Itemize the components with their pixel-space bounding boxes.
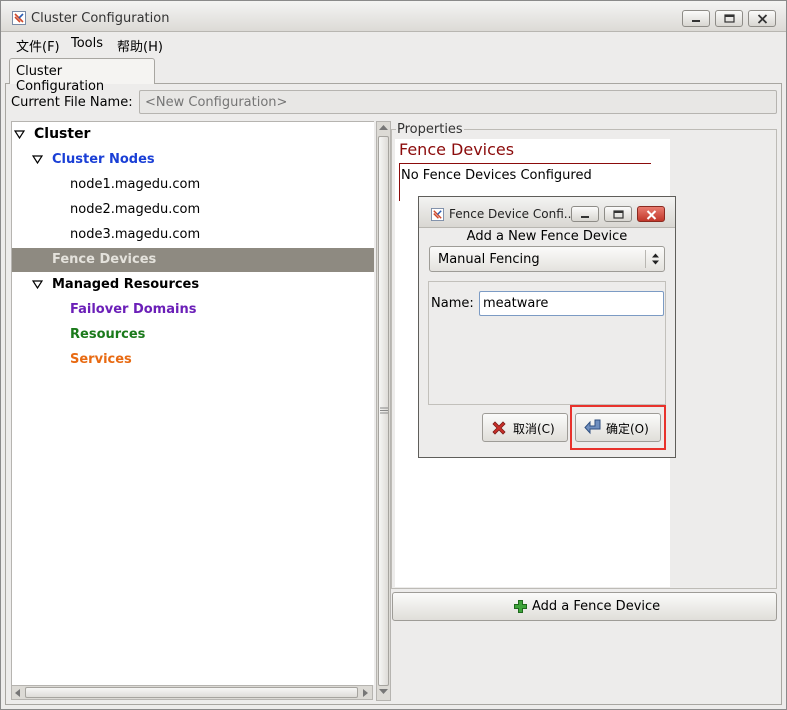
tree-item-cluster-nodes[interactable]: Cluster Nodes <box>12 148 374 172</box>
title-bar[interactable]: Cluster Configuration <box>1 1 786 32</box>
name-input[interactable] <box>479 291 664 316</box>
combo-separator <box>645 250 646 268</box>
tree-item-failover-domains[interactable]: Failover Domains <box>12 298 374 322</box>
dialog-subtitle: Add a New Fence Device <box>466 229 628 244</box>
tree-item-node1[interactable]: node1.magedu.com <box>12 173 374 197</box>
tree-label-cluster: Cluster <box>34 126 91 142</box>
fence-devices-heading: Fence Devices <box>399 140 515 159</box>
heading-underline <box>399 163 651 164</box>
dialog-maximize-button[interactable] <box>604 206 632 222</box>
tree-item-node3[interactable]: node3.magedu.com <box>12 223 374 247</box>
fence-type-select[interactable]: Manual Fencing <box>429 246 665 272</box>
pane-splitter[interactable] <box>376 121 391 701</box>
tree-label-resources: Resources <box>70 327 146 342</box>
tree-item-node2[interactable]: node2.magedu.com <box>12 198 374 222</box>
expanded-triangle-icon[interactable] <box>32 155 43 164</box>
maximize-icon <box>724 14 735 23</box>
cancel-button[interactable]: 取消(C) <box>482 413 568 442</box>
tree-label-services: Services <box>70 352 132 367</box>
tree-label-cluster-nodes: Cluster Nodes <box>52 152 155 167</box>
dialog-title: Fence Device Confi... <box>449 207 576 221</box>
maximize-icon <box>613 210 624 219</box>
ok-button-highlight <box>570 405 666 450</box>
add-fence-device-button[interactable]: Add a Fence Device <box>392 592 777 621</box>
properties-legend: Properties <box>396 122 464 137</box>
cancel-x-icon <box>492 421 506 435</box>
dialog-minimize-button[interactable] <box>571 206 599 222</box>
app-icon <box>431 208 444 221</box>
window-title: Cluster Configuration <box>31 11 170 26</box>
tree-item-managed-resources[interactable]: Managed Resources <box>12 273 374 297</box>
menu-help[interactable]: 帮助(H) <box>117 36 163 55</box>
tree-label-node: node3.magedu.com <box>70 227 201 242</box>
close-icon <box>757 14 768 24</box>
add-icon <box>514 600 527 613</box>
cancel-label: 取消(C) <box>513 422 555 436</box>
tree-label-node: node1.magedu.com <box>70 177 201 192</box>
scroll-right-icon[interactable] <box>363 689 369 697</box>
maximize-button[interactable] <box>715 10 743 27</box>
scroll-left-icon[interactable] <box>15 689 21 697</box>
up-down-arrows-icon <box>652 253 659 265</box>
add-fence-device-label: Add a Fence Device <box>532 599 661 614</box>
tree-item-resources[interactable]: Resources <box>12 323 374 347</box>
menu-file[interactable]: 文件(F) <box>16 36 60 55</box>
tree-item-cluster[interactable]: Cluster <box>12 123 374 147</box>
tree-item-services[interactable]: Services <box>12 348 374 372</box>
current-file-label: Current File Name: <box>11 95 133 110</box>
close-icon <box>646 210 657 220</box>
vertical-scroll-thumb[interactable] <box>378 136 389 686</box>
no-fence-devices-text: No Fence Devices Configured <box>401 168 592 183</box>
tab-cluster-configuration[interactable]: Cluster Configuration <box>9 58 155 94</box>
dialog-close-button[interactable] <box>637 206 665 222</box>
dialog-title-bar[interactable]: Fence Device Confi... <box>419 197 675 228</box>
tree-label-fence-devices: Fence Devices <box>52 252 157 267</box>
tree-label-node: node2.magedu.com <box>70 202 201 217</box>
minimize-icon <box>692 20 700 22</box>
tree-horizontal-scrollbar[interactable] <box>11 685 373 700</box>
horizontal-scroll-thumb[interactable] <box>25 687 358 698</box>
menu-bar: 文件(F) Tools 帮助(H) <box>1 32 786 56</box>
close-button[interactable] <box>748 10 776 27</box>
cluster-tree: Cluster Cluster Nodes node1.magedu.com n… <box>11 121 374 685</box>
tree-label-managed-resources: Managed Resources <box>52 277 200 292</box>
expanded-triangle-icon[interactable] <box>14 130 25 139</box>
name-label: Name: <box>431 296 474 311</box>
minimize-icon <box>581 216 589 218</box>
grip-icon <box>380 407 388 414</box>
main-window: Cluster Configuration 文件(F) Tools 帮助(H) … <box>0 0 787 710</box>
scroll-up-icon[interactable] <box>379 125 388 131</box>
fence-type-value: Manual Fencing <box>438 252 540 267</box>
scroll-down-icon[interactable] <box>379 689 388 695</box>
tree-label-failover-domains: Failover Domains <box>70 302 197 317</box>
current-file-input[interactable] <box>139 90 777 114</box>
heading-left-rule <box>399 163 400 201</box>
menu-tools[interactable]: Tools <box>71 36 103 51</box>
tree-item-fence-devices[interactable]: Fence Devices <box>12 248 374 272</box>
expanded-triangle-icon[interactable] <box>32 280 43 289</box>
minimize-button[interactable] <box>682 10 710 27</box>
app-icon <box>12 11 26 25</box>
